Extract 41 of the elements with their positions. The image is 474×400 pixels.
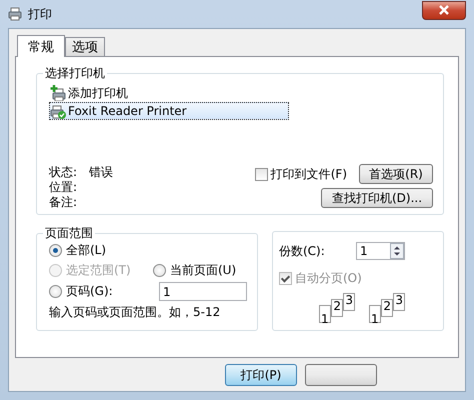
radio-label: 页码(G): (66, 283, 113, 300)
page-sheet: 2 (331, 299, 343, 317)
page-sheet: 3 (393, 293, 405, 311)
checkbox[interactable] (254, 168, 268, 180)
cancel-button[interactable] (305, 364, 377, 386)
add-printer-icon (50, 85, 66, 101)
close-button[interactable] (422, 0, 466, 20)
close-icon (439, 5, 449, 15)
radio-label: 全部(L) (66, 242, 106, 259)
default-printer-icon (50, 103, 66, 119)
hint-text: 输入页码或页面范围。如，5-12 (49, 304, 222, 321)
tab[interactable]: 常规 (17, 35, 65, 57)
radio-label: 选定范围(T) (66, 262, 131, 279)
copies-label: 份数(C): (279, 242, 325, 260)
radio-label: 当前页面(U) (170, 262, 236, 279)
page-sheet: 1 (319, 305, 331, 323)
info-value: 错误 (89, 164, 114, 179)
radio-button[interactable] (49, 244, 62, 257)
find-printer-button[interactable]: 查找打印机(D)... (321, 188, 433, 208)
page-range-field[interactable]: 1 (159, 282, 247, 301)
radio-button[interactable] (153, 264, 166, 277)
copies-spinner[interactable]: 1 (356, 242, 405, 260)
radio-button[interactable] (49, 285, 62, 298)
printer-icon (8, 7, 22, 21)
page-sheet: 1 (369, 305, 381, 323)
tab[interactable]: 选项 (65, 37, 105, 56)
preferences-button[interactable]: 首选项(R) (359, 164, 433, 184)
checkbox-label: 自动分页(O) (295, 270, 362, 287)
printer-item[interactable]: Foxit Reader Printer (49, 102, 289, 120)
info-label: 状态: (49, 164, 78, 179)
page-sheet: 3 (343, 293, 355, 311)
info-label: 备注: (49, 194, 78, 209)
printer-item[interactable]: 添加打印机 (49, 84, 289, 102)
spin-arrows-icon (390, 243, 404, 259)
page-sheet: 2 (381, 299, 393, 317)
checkbox-label: 打印到文件(F) (270, 166, 347, 182)
group-title: 选择打印机 (44, 65, 106, 82)
window-title: 打印 (28, 6, 52, 22)
info-label: 位置: (49, 179, 78, 194)
print-button[interactable]: 打印(P) (225, 364, 297, 386)
group-title: 页面范围 (44, 225, 94, 242)
